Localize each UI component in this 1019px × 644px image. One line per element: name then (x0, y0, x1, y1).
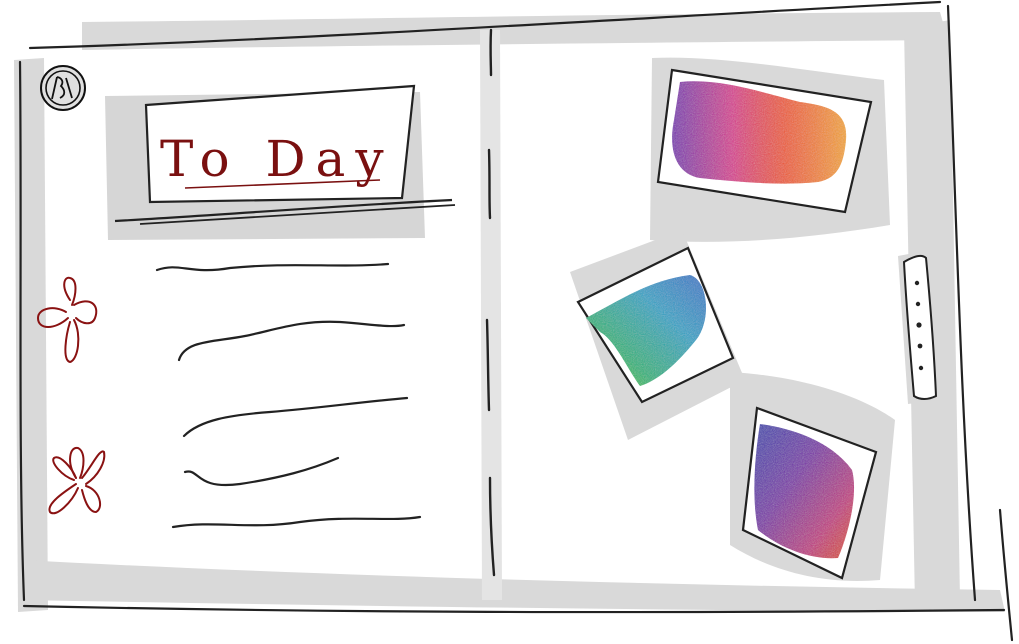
photo-rainbow-warm[interactable] (650, 57, 890, 242)
badge-logo-icon[interactable] (40, 65, 86, 111)
list-item (183, 456, 340, 487)
note-lines (155, 262, 422, 529)
page-title: To Day (160, 130, 394, 188)
flower-icon (36, 276, 98, 364)
photo-rainbow-violet[interactable] (730, 372, 895, 581)
list-item (177, 320, 406, 362)
list-item (171, 515, 422, 529)
flower-icon (48, 446, 106, 515)
notebook-mockup: To Day (14, 0, 1014, 642)
list-item (182, 396, 409, 438)
list-item (155, 262, 390, 272)
photo-rainbow-cool[interactable] (570, 230, 745, 440)
